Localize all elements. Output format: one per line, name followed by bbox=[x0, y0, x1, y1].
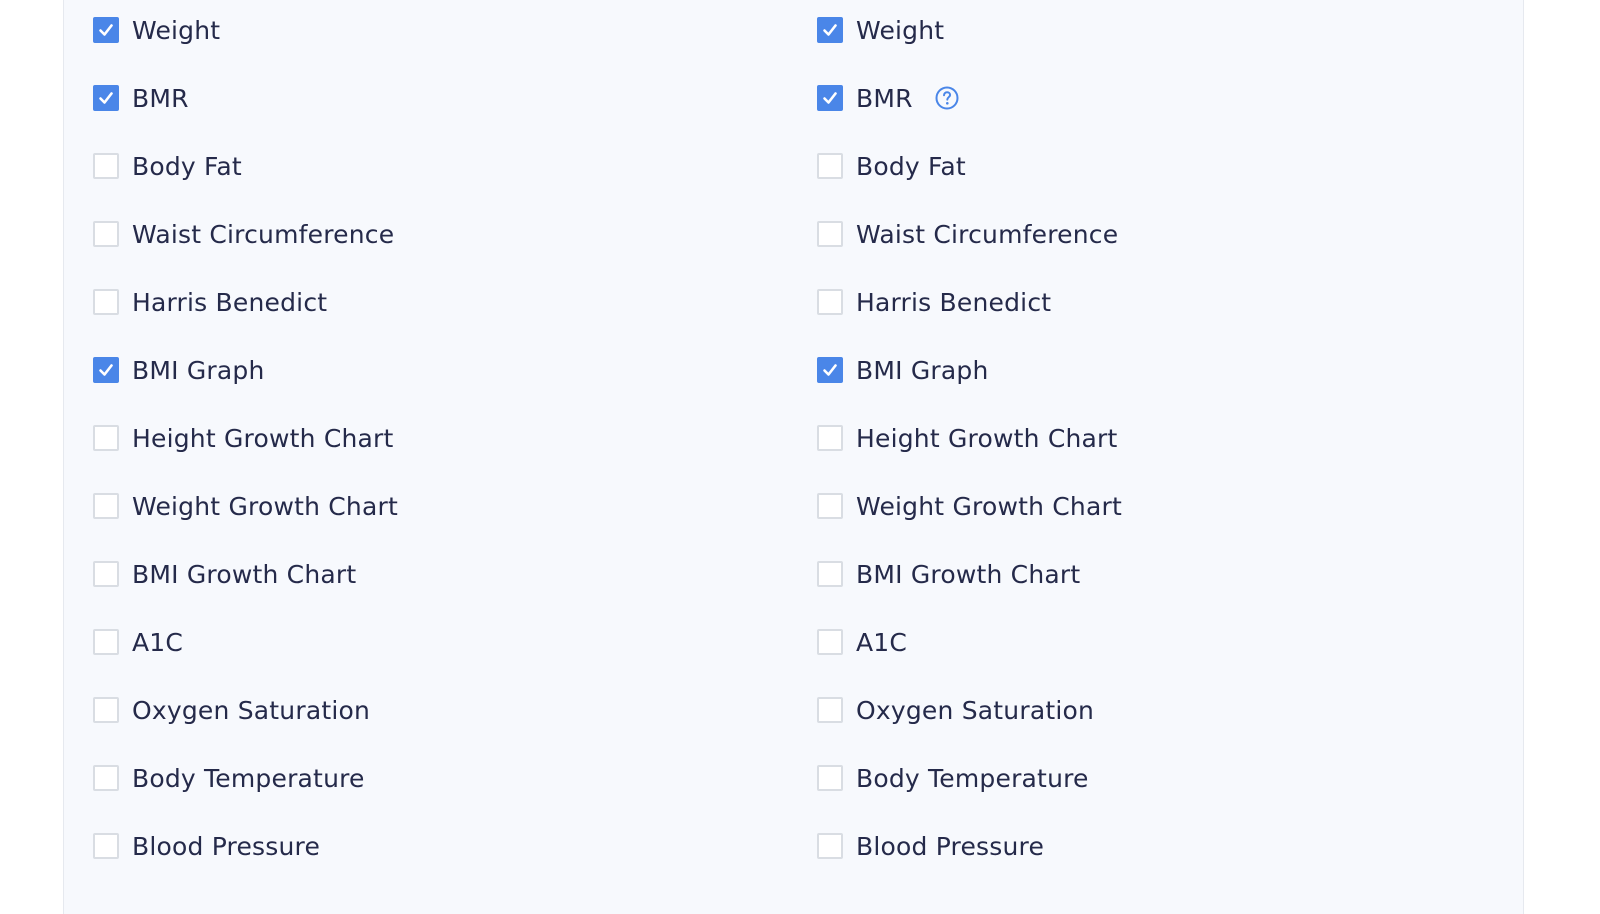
right-option-label: BMI Growth Chart bbox=[856, 559, 1081, 589]
right-checkbox-harris-benedict[interactable] bbox=[817, 289, 843, 315]
right-checkbox-bmi-growth-chart[interactable] bbox=[817, 561, 843, 587]
right-option-bmi-growth-chart[interactable]: BMI Growth Chart bbox=[817, 554, 1080, 594]
left-option-label: Oxygen Saturation bbox=[132, 695, 371, 725]
left-option-label: Weight Growth Chart bbox=[132, 491, 398, 521]
right-option-a1c[interactable]: A1C bbox=[817, 622, 907, 662]
right-checkbox-bmr[interactable] bbox=[817, 85, 843, 111]
left-checkbox-height-growth-chart[interactable] bbox=[93, 425, 119, 451]
settings-panel: Weight BMR Body Fat Waist Circumference Harr… bbox=[63, 0, 1524, 914]
left-checkbox-oxygen-saturation[interactable] bbox=[93, 697, 119, 723]
right-option-label: BMR bbox=[856, 83, 913, 113]
left-checkbox-bmi-growth-chart[interactable] bbox=[93, 561, 119, 587]
left-option-label: Harris Benedict bbox=[132, 287, 328, 317]
checkmark-icon bbox=[823, 24, 837, 36]
left-checkbox-weight-growth-chart[interactable] bbox=[93, 493, 119, 519]
left-checkbox-a1c[interactable] bbox=[93, 629, 119, 655]
left-option-bmi-graph[interactable]: BMI Graph bbox=[93, 350, 265, 390]
left-option-oxygen-saturation[interactable]: Oxygen Saturation bbox=[93, 690, 370, 730]
right-checkbox-weight-growth-chart[interactable] bbox=[817, 493, 843, 519]
right-option-blood-pressure[interactable]: Blood Pressure bbox=[817, 826, 1044, 866]
right-option-oxygen-saturation[interactable]: Oxygen Saturation bbox=[817, 690, 1094, 730]
checkmark-icon bbox=[99, 92, 113, 104]
left-option-bmr[interactable]: BMR bbox=[93, 78, 189, 118]
right-option-weight-growth-chart[interactable]: Weight Growth Chart bbox=[817, 486, 1122, 526]
left-option-label: Body Fat bbox=[132, 151, 242, 181]
right-option-body-temperature[interactable]: Body Temperature bbox=[817, 758, 1089, 798]
right-option-label: Weight bbox=[856, 15, 945, 45]
left-option-label: A1C bbox=[132, 627, 184, 657]
left-checkbox-bmr[interactable] bbox=[93, 85, 119, 111]
left-checkbox-body-fat[interactable] bbox=[93, 153, 119, 179]
left-option-label: Weight bbox=[132, 15, 221, 45]
left-option-blood-pressure[interactable]: Blood Pressure bbox=[93, 826, 320, 866]
right-option-height-growth-chart[interactable]: Height Growth Chart bbox=[817, 418, 1118, 458]
left-option-body-fat[interactable]: Body Fat bbox=[93, 146, 242, 186]
left-option-label: BMR bbox=[132, 83, 189, 113]
right-checkbox-a1c[interactable] bbox=[817, 629, 843, 655]
right-option-label: Body Temperature bbox=[856, 763, 1089, 793]
right-option-body-fat[interactable]: Body Fat bbox=[817, 146, 966, 186]
right-checkbox-oxygen-saturation[interactable] bbox=[817, 697, 843, 723]
left-option-label: Waist Circumference bbox=[132, 219, 395, 249]
right-option-label: Height Growth Chart bbox=[856, 423, 1118, 453]
left-option-bmi-growth-chart[interactable]: BMI Growth Chart bbox=[93, 554, 356, 594]
left-option-label: Blood Pressure bbox=[132, 831, 321, 861]
left-checkbox-weight[interactable] bbox=[93, 17, 119, 43]
right-option-waist-circumference[interactable]: Waist Circumference bbox=[817, 214, 1118, 254]
checkmark-icon bbox=[99, 24, 113, 36]
left-checkbox-bmi-graph[interactable] bbox=[93, 357, 119, 383]
right-checkbox-weight[interactable] bbox=[817, 17, 843, 43]
left-option-a1c[interactable]: A1C bbox=[93, 622, 183, 662]
right-option-label: Oxygen Saturation bbox=[856, 695, 1095, 725]
right-checkbox-body-fat[interactable] bbox=[817, 153, 843, 179]
left-option-harris-benedict[interactable]: Harris Benedict bbox=[93, 282, 327, 322]
right-checkbox-blood-pressure[interactable] bbox=[817, 833, 843, 859]
right-checkbox-bmi-graph[interactable] bbox=[817, 357, 843, 383]
left-option-weight[interactable]: Weight bbox=[93, 10, 220, 50]
right-checkbox-height-growth-chart[interactable] bbox=[817, 425, 843, 451]
checkmark-icon bbox=[823, 92, 837, 104]
right-option-label: Harris Benedict bbox=[856, 287, 1052, 317]
right-checkbox-waist-circumference[interactable] bbox=[817, 221, 843, 247]
left-option-height-growth-chart[interactable]: Height Growth Chart bbox=[93, 418, 394, 458]
right-option-label: BMI Graph bbox=[856, 355, 989, 385]
left-option-label: BMI Growth Chart bbox=[132, 559, 357, 589]
left-checkbox-harris-benedict[interactable] bbox=[93, 289, 119, 315]
help-circle-icon[interactable] bbox=[935, 86, 959, 110]
left-option-weight-growth-chart[interactable]: Weight Growth Chart bbox=[93, 486, 398, 526]
checkmark-icon bbox=[823, 364, 837, 376]
left-checkbox-waist-circumference[interactable] bbox=[93, 221, 119, 247]
checkmark-icon bbox=[99, 364, 113, 376]
right-option-label: A1C bbox=[856, 627, 908, 657]
left-option-label: BMI Graph bbox=[132, 355, 265, 385]
left-checkbox-body-temperature[interactable] bbox=[93, 765, 119, 791]
left-option-label: Body Temperature bbox=[132, 763, 365, 793]
right-option-label: Waist Circumference bbox=[856, 219, 1119, 249]
right-option-weight[interactable]: Weight bbox=[817, 10, 944, 50]
left-option-label: Height Growth Chart bbox=[132, 423, 394, 453]
right-option-label: Blood Pressure bbox=[856, 831, 1045, 861]
left-checkbox-blood-pressure[interactable] bbox=[93, 833, 119, 859]
right-option-bmr[interactable]: BMR bbox=[817, 78, 959, 118]
right-option-bmi-graph[interactable]: BMI Graph bbox=[817, 350, 989, 390]
right-option-label: Weight Growth Chart bbox=[856, 491, 1122, 521]
left-option-body-temperature[interactable]: Body Temperature bbox=[93, 758, 365, 798]
right-option-harris-benedict[interactable]: Harris Benedict bbox=[817, 282, 1051, 322]
right-option-label: Body Fat bbox=[856, 151, 966, 181]
left-option-waist-circumference[interactable]: Waist Circumference bbox=[93, 214, 394, 254]
right-checkbox-body-temperature[interactable] bbox=[817, 765, 843, 791]
